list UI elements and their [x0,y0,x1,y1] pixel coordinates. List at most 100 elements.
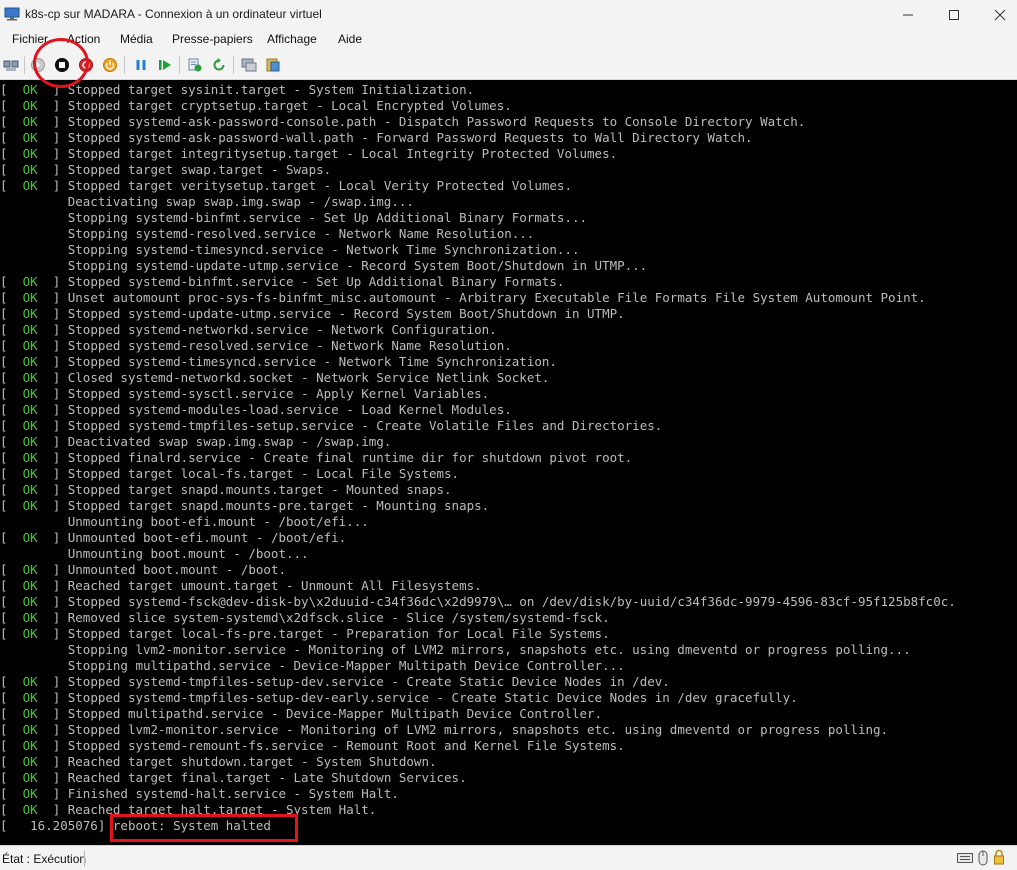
console-line: [ OK ] Reached target shutdown.target - … [0,754,956,770]
status-bar: État : Exécution [0,845,1017,870]
ok-status: [ OK ] [0,754,68,769]
console-line: [ OK ] Stopped systemd-timesyncd.service… [0,354,956,370]
status-separator [84,850,85,867]
console-message: Stopped systemd-tmpfiles-setup.service -… [67,418,663,433]
menu-affichage[interactable]: Affichage [267,32,317,46]
ok-status: [ OK ] [0,610,68,625]
console-message: Finished systemd-halt.service - System H… [67,786,399,801]
title-bar: k8s-cp sur MADARA - Connexion à un ordin… [0,0,1017,30]
minimize-icon [903,14,913,16]
start-button[interactable] [28,55,48,75]
console-message: Stopping systemd-resolved.service - Netw… [67,226,535,241]
console-line: Stopping multipathd.service - Device-Map… [0,658,956,674]
ctrl-alt-del-button[interactable] [1,55,21,75]
console-line: Unmounting boot-efi.mount - /boot/efi... [0,514,956,530]
console-message: Stopped target local-fs-pre.target - Pre… [67,626,610,641]
console-message: Stopped target integritysetup.target - L… [67,146,618,161]
maximize-button[interactable] [931,0,977,30]
console-line: [ OK ] Reached target final.target - Lat… [0,770,956,786]
console-line: [ OK ] Reached target umount.target - Un… [0,578,956,594]
ok-status: [ OK ] [0,434,68,449]
console-line: Stopping systemd-update-utmp.service - R… [0,258,956,274]
ok-status: [ OK ] [0,450,68,465]
console-message: Reached target shutdown.target - System … [67,754,437,769]
close-icon [994,9,1006,21]
vm-connection-icon [4,7,20,21]
ok-status: [ OK ] [0,770,68,785]
ok-status: [ OK ] [0,722,68,737]
mouse-icon [978,850,988,866]
ok-status: [ OK ] [0,562,68,577]
console-line: [ OK ] Stopped systemd-tmpfiles-setup-de… [0,690,956,706]
console-line: [ OK ] Stopped target swap.target - Swap… [0,162,956,178]
ok-status: [ OK ] [0,162,68,177]
console-message: Unmounted boot.mount - /boot. [67,562,286,577]
revert-button[interactable] [209,55,229,75]
console-line: [ OK ] Unset automount proc-sys-fs-binfm… [0,290,956,306]
console-line: [ OK ] Stopped systemd-tmpfiles-setup-de… [0,674,956,690]
menu-media[interactable]: Média [120,32,153,46]
menu-action[interactable]: Action [67,32,100,46]
ok-status: [ OK ] [0,274,68,289]
ok-status: [ OK ] [0,594,68,609]
console-message: Stopped systemd-sysctl.service - Apply K… [67,386,490,401]
console-line: [ OK ] Reached target halt.target - Syst… [0,802,956,818]
console-message: Stopped systemd-ask-password-wall.path -… [67,130,753,145]
console-line: [ OK ] Stopped target integritysetup.tar… [0,146,956,162]
console-line: [ OK ] Stopped target local-fs.target - … [0,466,956,482]
checkpoint-button[interactable] [185,55,205,75]
power-button[interactable] [100,55,120,75]
close-button[interactable] [977,0,1017,30]
ok-status: [ OK ] [0,530,68,545]
share-button[interactable] [263,55,283,75]
menu-aide[interactable]: Aide [338,32,362,46]
turn-off-button[interactable] [52,55,72,75]
console-line: Stopping systemd-binfmt.service - Set Up… [0,210,956,226]
ok-status: [ OK ] [0,690,68,705]
console-line: [ OK ] Stopped systemd-ask-password-wall… [0,130,956,146]
ok-status: [ OK ] [0,674,68,689]
console-message: Stopping systemd-timesyncd.service - Net… [67,242,580,257]
ok-status: [ OK ] [0,354,68,369]
maximize-icon [949,10,959,20]
console-line: [ OK ] Stopped target sysinit.target - S… [0,82,956,98]
console-line: [ OK ] Stopped target local-fs-pre.targe… [0,626,956,642]
console-line: [ OK ] Closed systemd-networkd.socket - … [0,370,956,386]
console-line: [ OK ] Stopped finalrd.service - Create … [0,450,956,466]
console-message: Stopped target swap.target - Swaps. [67,162,332,177]
revert-icon [213,58,225,71]
menu-presse-papiers[interactable]: Presse-papiers [172,32,253,46]
vm-console[interactable]: [ OK ] Stopped target sysinit.target - S… [0,80,1017,845]
console-line: Stopping systemd-resolved.service - Netw… [0,226,956,242]
console-message: Stopped systemd-ask-password-console.pat… [67,114,806,129]
shutdown-button[interactable] [76,55,96,75]
enhanced-session-icon [241,58,257,72]
pause-button[interactable] [131,55,151,75]
console-message: Stopping systemd-update-utmp.service - R… [67,258,648,273]
console-message: Stopped systemd-remount-fs.service - Rem… [67,738,625,753]
console-line: [ OK ] Stopped systemd-modules-load.serv… [0,402,956,418]
menu-fichier[interactable]: Fichier [12,32,48,46]
ok-status: [ OK ] [0,578,68,593]
resume-button[interactable] [155,55,175,75]
console-message: Stopped systemd-update-utmp.service - Re… [67,306,625,321]
checkpoint-icon [188,58,202,72]
console-message: Unset automount proc-sys-fs-binfmt_misc.… [67,290,926,305]
console-message: Removed slice system-systemd\x2dfsck.sli… [67,610,610,625]
lock-icon [994,849,1004,865]
console-line: [ OK ] Stopped systemd-ask-password-cons… [0,114,956,130]
menu-bar: Fichier Action Média Presse-papiers Affi… [0,30,1017,50]
console-message: Deactivated swap swap.img.swap - /swap.i… [67,434,392,449]
ok-status: [ OK ] [0,114,68,129]
console-line: [ OK ] Unmounted boot-efi.mount - /boot/… [0,530,956,546]
ok-status: [ OK ] [0,738,68,753]
console-line: [ OK ] Stopped systemd-update-utmp.servi… [0,306,956,322]
console-line: [ OK ] Stopped systemd-fsck@dev-disk-by\… [0,594,956,610]
console-message: Stopped systemd-timesyncd.service - Netw… [67,354,557,369]
minimize-button[interactable] [885,0,931,30]
console-message: Closed systemd-networkd.socket - Network… [67,370,550,385]
ok-status: [ OK ] [0,706,68,721]
start-icon [31,58,45,72]
enhanced-session-button[interactable] [239,55,259,75]
console-line: [ OK ] Stopped systemd-resolved.service … [0,338,956,354]
